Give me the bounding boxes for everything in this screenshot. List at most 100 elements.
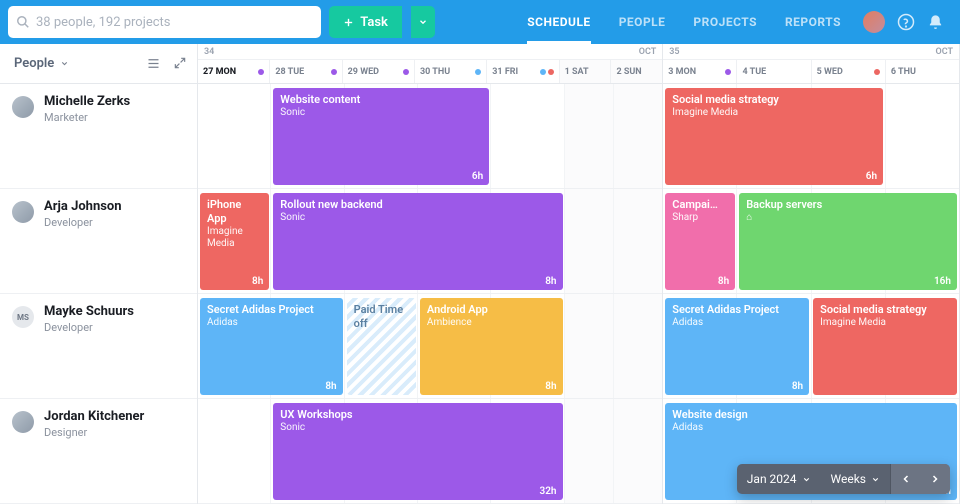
task-project: Sharp: [672, 212, 728, 225]
task-block[interactable]: Social media strategyImagine Media6h: [665, 88, 883, 185]
task-block[interactable]: Backup servers⌂16h: [739, 193, 957, 290]
chevron-right-icon: [929, 473, 941, 485]
prev-button[interactable]: [890, 464, 920, 494]
task-block[interactable]: Website contentSonic 6h: [273, 88, 489, 185]
search-input[interactable]: [36, 15, 313, 30]
person-row[interactable]: Arja JohnsonDeveloper: [0, 189, 197, 294]
help-icon[interactable]: [897, 13, 915, 31]
chevron-left-icon: [900, 473, 912, 485]
day-label: 1 SAT: [565, 67, 589, 77]
task-block[interactable]: UX WorkshopsSonic32h: [273, 403, 562, 500]
search-icon: [16, 15, 30, 29]
period-selector[interactable]: Jan 2024: [737, 464, 821, 494]
schedule-grid: Michelle ZerksMarketerArja JohnsonDevelo…: [0, 84, 960, 504]
add-task-button[interactable]: Task: [329, 6, 402, 38]
task-title: Rollout new backend: [280, 198, 555, 212]
task-block[interactable]: Secret Adidas ProjectAdidas8h: [665, 298, 809, 395]
chevron-down-icon: [418, 17, 428, 27]
month-label: OCT: [639, 47, 657, 57]
day-dots: [475, 69, 481, 75]
unit-selector[interactable]: Weeks: [821, 464, 890, 494]
status-dot: [403, 69, 409, 75]
day-header[interactable]: 4 TUE: [737, 60, 811, 83]
bell-icon[interactable]: [927, 14, 944, 31]
task-title: Backup servers: [746, 198, 950, 212]
period-label: Jan 2024: [747, 472, 797, 486]
task-title: iPhone App: [207, 198, 262, 226]
week-header-34: 34OCT 27 MON28 TUE29 WED30 THU31 FRI1 SA…: [198, 44, 663, 83]
expand-icon[interactable]: [173, 56, 187, 70]
task-hours: 8h: [545, 276, 556, 287]
nav-schedule[interactable]: SCHEDULE: [513, 0, 604, 44]
task-title: Social media strategy: [820, 303, 950, 317]
person-name: Mayke Schuurs: [44, 304, 134, 321]
task-project: Imagine Media: [207, 226, 262, 251]
day-header[interactable]: 1 SAT: [560, 60, 612, 83]
task-hours: 8h: [252, 276, 263, 287]
person-row[interactable]: MSMayke SchuursDeveloper: [0, 294, 197, 399]
user-avatar[interactable]: [863, 11, 885, 33]
search-box[interactable]: [8, 6, 321, 38]
day-header[interactable]: 31 FRI: [487, 60, 559, 83]
month-label: OCT: [936, 47, 954, 57]
task-block[interactable]: Android AppAmbience8h: [420, 298, 563, 395]
task-block[interactable]: Paid Time off: [347, 298, 416, 395]
topbar-right: [863, 11, 952, 33]
person-role: Marketer: [44, 111, 130, 124]
nav-reports[interactable]: REPORTS: [771, 0, 855, 44]
day-dots: [258, 69, 264, 75]
task-hours: 6h: [866, 171, 877, 182]
person-row[interactable]: Jordan KitchenerDesigner: [0, 399, 197, 504]
day-label: 2 SUN: [616, 67, 641, 77]
person-row[interactable]: Michelle ZerksMarketer: [0, 84, 197, 189]
day-label: 30 THU: [420, 67, 450, 77]
corner-controls: People: [0, 44, 198, 83]
group-by-dropdown[interactable]: People: [14, 56, 69, 71]
person-avatar: MS: [12, 306, 34, 328]
day-header[interactable]: 5 WED: [812, 60, 886, 83]
task-title: Website design: [672, 408, 950, 422]
day-header[interactable]: 27 MON: [198, 60, 270, 83]
day-header[interactable]: 28 TUE: [270, 60, 342, 83]
task-block[interactable]: Secret Adidas ProjectAdidas8h: [200, 298, 343, 395]
task-project: Imagine Media: [672, 107, 876, 120]
task-block[interactable]: Campai…Sharp 8h: [665, 193, 735, 290]
task-title: Website content: [280, 93, 482, 107]
list-icon[interactable]: [146, 56, 161, 71]
task-project: Adidas: [672, 422, 950, 435]
day-label: 29 WED: [348, 67, 379, 77]
task-hours: 8h: [325, 381, 336, 392]
task-hours: 8h: [718, 276, 729, 287]
day-dots: [331, 69, 337, 75]
date-pager: Jan 2024 Weeks: [737, 464, 950, 494]
person-name: Michelle Zerks: [44, 94, 130, 111]
task-dropdown-button[interactable]: [411, 6, 435, 38]
day-dots: [403, 69, 409, 75]
task-project: Sonic: [280, 107, 482, 120]
task-block[interactable]: iPhone AppImagine Media 8h: [200, 193, 269, 290]
day-label: 28 TUE: [275, 67, 304, 77]
nav-people[interactable]: PEOPLE: [605, 0, 680, 44]
day-header[interactable]: 29 WED: [343, 60, 415, 83]
task-hours: 6h: [472, 171, 483, 182]
day-label: 3 MON: [668, 67, 696, 77]
task-block[interactable]: Rollout new backendSonic 8h: [273, 193, 562, 290]
next-button[interactable]: [920, 464, 950, 494]
task-title: UX Workshops: [280, 408, 555, 422]
week-35-body[interactable]: Social media strategyImagine Media6hCamp…: [663, 84, 960, 504]
day-header[interactable]: 3 MON: [663, 60, 737, 83]
week-34-body[interactable]: Website contentSonic6hiPhone AppImagine …: [198, 84, 663, 504]
day-dots: [540, 69, 554, 75]
nav-projects[interactable]: PROJECTS: [679, 0, 771, 44]
day-header[interactable]: 2 SUN: [611, 60, 662, 83]
task-project: Sonic: [280, 212, 555, 225]
chevron-down-icon: [60, 59, 69, 68]
plus-icon: [343, 17, 354, 28]
day-header[interactable]: 30 THU: [415, 60, 487, 83]
task-block[interactable]: Social media strategyImagine Media: [813, 298, 957, 395]
task-title: Campai…: [672, 198, 728, 212]
task-project: Sonic: [280, 422, 555, 435]
day-label: 5 WED: [817, 67, 843, 77]
day-header[interactable]: 6 THU: [886, 60, 959, 83]
status-dot: [725, 69, 731, 75]
